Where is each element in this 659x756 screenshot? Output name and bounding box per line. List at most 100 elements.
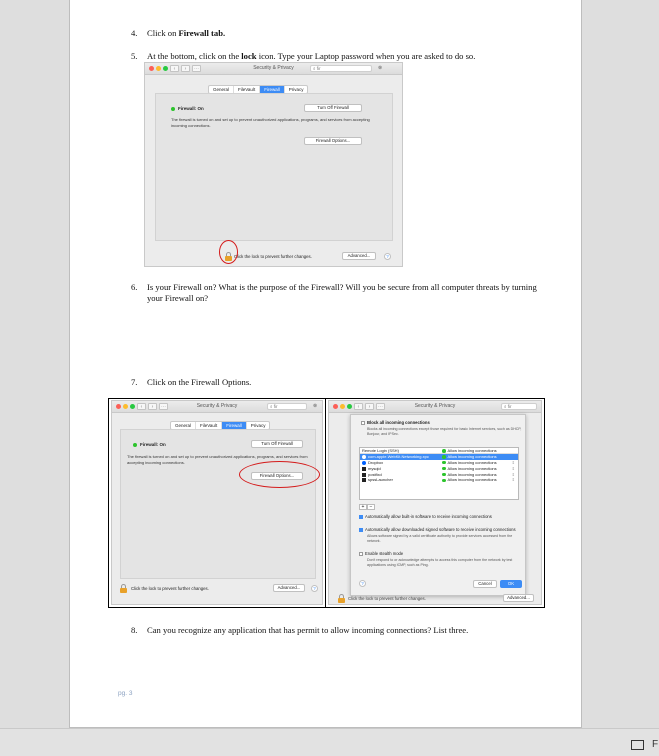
firewall-status-label: Firewall: On (178, 106, 204, 111)
firewall-status-label: Firewall: On (140, 442, 166, 447)
app-name: postfixd (368, 471, 382, 477)
stealth-option[interactable]: Enable stealth mode (359, 551, 403, 557)
tab-filevault[interactable]: FileVault (234, 86, 261, 93)
tab-filevault[interactable]: FileVault (196, 422, 223, 429)
app-status-label: Allow incoming connections (447, 477, 497, 483)
firewall-options-window: ‹ › ⋯ Security & Privacy ⌕ fir Block all… (328, 400, 542, 605)
app-name: Dropbox (368, 459, 384, 465)
block-all-option[interactable]: Block all incoming connections (361, 420, 430, 426)
ok-button[interactable]: OK (500, 580, 522, 588)
step-text: Click on the Firewall Options. (147, 377, 252, 387)
clear-search-icon[interactable]: ⊗ (378, 65, 382, 71)
add-app-button[interactable]: + (359, 504, 367, 510)
lock-annotation-circle (219, 240, 238, 264)
turn-off-firewall-button[interactable]: Turn Off Firewall (251, 440, 303, 448)
app-name: com.apple.WebKit.Networking.xpc (368, 453, 429, 459)
document-page: 4. Click on Firewall tab. 5. At the bottom… (69, 0, 582, 728)
status-on-icon (171, 106, 175, 111)
advanced-button[interactable]: Advanced... (342, 252, 376, 260)
status-on-icon (442, 478, 446, 483)
search-input[interactable]: ⌕ fir (267, 403, 307, 410)
builtin-checkbox[interactable] (359, 514, 363, 519)
status-on-icon (442, 472, 446, 477)
help-icon[interactable]: ? (311, 585, 318, 592)
step-number: 7. (131, 377, 138, 387)
block-all-checkbox[interactable] (361, 420, 365, 425)
app-status-label: Allow incoming connections (447, 453, 497, 459)
terminal-icon (362, 466, 366, 471)
builtin-option[interactable]: Automatically allow built-in software to… (359, 514, 492, 520)
step-text: Can you recognize any application that h… (147, 625, 469, 635)
app-name: mysqld (368, 465, 381, 471)
security-privacy-window-small: ‹ › ⋯ Security & Privacy ⌕ fir ⊗ General… (111, 400, 323, 605)
signed-label: Automatically allow downloaded signed so… (365, 527, 516, 532)
firewall-status: Firewall: On (171, 106, 204, 111)
app-status-label: Allow incoming connections (447, 448, 497, 453)
clear-search-icon[interactable]: ⊗ (313, 403, 317, 409)
tab-privacy[interactable]: Privacy (247, 422, 270, 429)
app-name: spssLauncher (368, 477, 393, 483)
fullscreen-icon[interactable] (631, 740, 644, 750)
firewall-description: The firewall is turned on and set up to … (171, 117, 370, 128)
statusbar-label: F (652, 739, 659, 750)
firewall-options-sheet: Block all incoming connections Blocks al… (350, 414, 526, 596)
block-all-label: Block all incoming connections (367, 420, 430, 425)
status-on-icon (442, 466, 446, 471)
table-row[interactable]: spssLauncher Allow incoming connections ⇕ (360, 477, 518, 483)
help-icon[interactable]: ? (359, 580, 366, 587)
lock-text: Click the lock to prevent further change… (348, 596, 426, 601)
builtin-label: Automatically allow built-in software to… (365, 514, 492, 519)
app-status-label: Allow incoming connections (447, 471, 497, 477)
viewer-status-bar (0, 728, 659, 756)
remove-app-button[interactable]: − (367, 504, 375, 510)
step-bold: Firewall tab. (178, 28, 226, 38)
add-remove-buttons: + − (359, 504, 375, 510)
tab-general[interactable]: General (171, 422, 197, 429)
step-bold: lock (241, 51, 257, 61)
terminal-icon (362, 472, 366, 477)
firewall-options-button[interactable]: Firewall Options... (304, 137, 362, 145)
signed-checkbox[interactable] (359, 527, 363, 532)
stealth-description: Don't respond to or acknowledge attempts… (367, 558, 513, 567)
step-text: Click on (147, 28, 179, 38)
stealth-checkbox[interactable] (359, 551, 363, 556)
signed-description: Allows software signed by a valid certif… (367, 534, 513, 543)
step-7: 7. Click on the Firewall Options. (131, 377, 551, 388)
search-text: fir (316, 66, 321, 71)
block-all-description: Blocks all incoming connections except t… (367, 427, 522, 436)
tab-privacy[interactable]: Privacy (285, 86, 308, 93)
signed-option[interactable]: Automatically allow downloaded signed so… (359, 527, 516, 533)
step-4: 4. Click on Firewall tab. (131, 28, 551, 39)
lock-icon[interactable] (338, 594, 345, 603)
screenshot-divider (325, 398, 326, 608)
app-status[interactable]: Allow incoming connections (442, 477, 497, 483)
network-icon (362, 454, 366, 459)
security-privacy-window: ‹ › ⋯ Security & Privacy ⌕ fir ⊗ General… (144, 62, 403, 267)
step-text: Is your Firewall on? What is the purpose… (147, 282, 537, 303)
status-on-icon (133, 442, 137, 447)
help-icon[interactable]: ? (384, 253, 391, 260)
lock-text: Click the lock to prevent further change… (234, 254, 312, 259)
app-status-label: Allow incoming connections (447, 459, 497, 465)
tab-general[interactable]: General (209, 86, 235, 93)
stepper-icon[interactable]: ⇕ (512, 477, 515, 483)
apps-table: Remote Login (SSH) Allow incoming connect… (359, 447, 519, 500)
stealth-label: Enable stealth mode (365, 551, 404, 556)
page-number: pg. 3 (118, 690, 133, 697)
firewall-panel: Firewall: On Turn Off Firewall The firew… (120, 429, 316, 579)
advanced-button[interactable]: Advanced... (503, 594, 534, 602)
step-number: 8. (131, 625, 138, 635)
lock-text: Click the lock to prevent further change… (131, 586, 209, 591)
search-input[interactable]: ⌕ fir (310, 65, 372, 72)
lock-icon[interactable] (120, 584, 127, 593)
turn-off-firewall-button[interactable]: Turn Off Firewall (304, 104, 362, 112)
tab-firewall[interactable]: Firewall (222, 422, 247, 429)
dropbox-icon (362, 460, 366, 465)
search-input[interactable]: ⌕ fir (501, 403, 537, 410)
step-number: 6. (131, 282, 138, 292)
cancel-button[interactable]: Cancel (473, 580, 497, 588)
terminal-icon (362, 478, 366, 483)
advanced-button[interactable]: Advanced... (273, 584, 305, 592)
tab-firewall[interactable]: Firewall (260, 86, 285, 93)
title-bar: ‹ › ⋯ Security & Privacy ⌕ fir ⊗ (112, 401, 322, 413)
